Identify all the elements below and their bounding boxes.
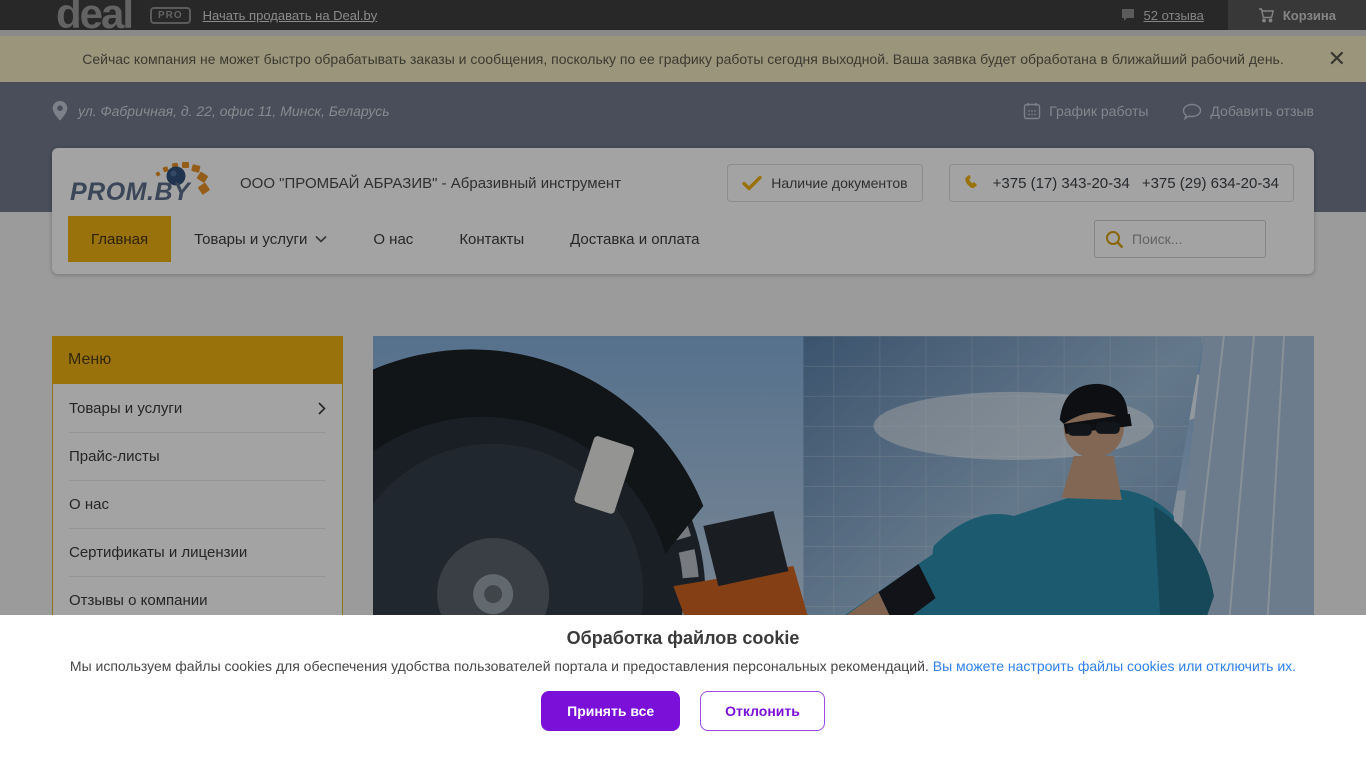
cookie-settings-link[interactable]: Вы можете настроить файлы cookies или от…: [933, 658, 1296, 674]
cookie-message-text: Мы используем файлы cookies для обеспече…: [69, 658, 933, 674]
cookie-consent-dialog: Обработка файлов cookie Мы используем фа…: [0, 615, 1366, 768]
accept-all-button[interactable]: Принять все: [541, 691, 681, 731]
cookie-dialog-title: Обработка файлов cookie: [566, 628, 800, 648]
decline-button[interactable]: Отклонить: [700, 691, 825, 731]
cookie-dialog-message: Мы используем файлы cookies для обеспече…: [0, 658, 1366, 674]
